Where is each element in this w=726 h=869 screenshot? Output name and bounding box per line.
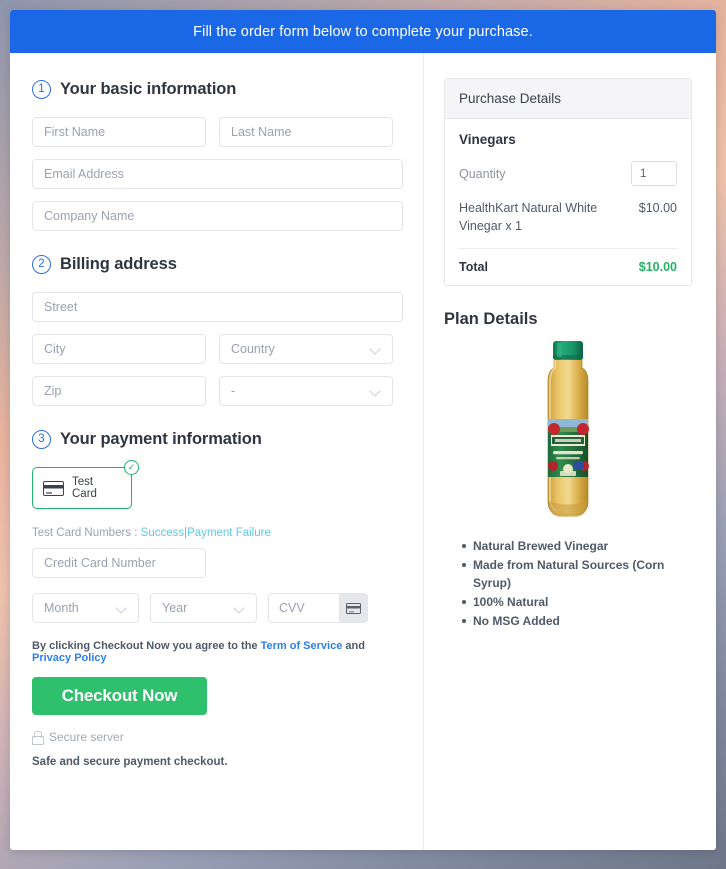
instruction-banner: Fill the order form below to complete yo… xyxy=(10,10,716,53)
state-select-value: - xyxy=(231,384,236,398)
street-input[interactable]: Street xyxy=(32,292,403,322)
test-card-label: Test Card xyxy=(72,476,97,500)
expiry-cvv-row: Month Year CVV xyxy=(32,593,403,623)
cvv-field-group[interactable]: CVV xyxy=(268,593,368,623)
credit-card-icon xyxy=(43,480,64,496)
line-item: HealthKart Natural White Vinegar x 1 $10… xyxy=(459,199,677,250)
city-input[interactable]: City xyxy=(32,334,206,364)
expiry-month-select[interactable]: Month xyxy=(32,593,139,623)
secure-server-label: Secure server xyxy=(49,730,124,744)
order-form-column: 1 Your basic information First Name Last… xyxy=(10,53,424,850)
quantity-label: Quantity xyxy=(459,166,506,181)
terms-conjunction: and xyxy=(345,640,365,652)
check-circle-icon: ✓ xyxy=(124,460,139,475)
list-item: Natural Brewed Vinegar xyxy=(462,537,692,556)
list-item: No MSG Added xyxy=(462,612,692,631)
plan-details-title: Plan Details xyxy=(444,310,538,329)
purchase-details-header: Purchase Details xyxy=(445,79,691,119)
country-select[interactable]: Country xyxy=(219,334,393,364)
apple-cider-vinegar-bottle-icon xyxy=(547,341,589,518)
expiry-year-value: Year xyxy=(162,601,188,615)
email-input[interactable]: Email Address xyxy=(32,159,403,189)
section-heading-payment-information: 3 Your payment information xyxy=(32,430,403,449)
list-item: Made from Natural Sources (Corn Syrup) xyxy=(462,556,692,593)
expiry-year-select[interactable]: Year xyxy=(150,593,257,623)
summary-column: Purchase Details Vinegars Quantity 1 Hea… xyxy=(424,53,716,850)
card-number-row: Credit Card Number xyxy=(32,548,403,578)
email-row: Email Address xyxy=(32,159,403,189)
country-select-value: Country xyxy=(231,342,275,356)
checkout-page: Fill the order form below to complete yo… xyxy=(10,10,716,850)
credit-card-number-input[interactable]: Credit Card Number xyxy=(32,548,206,578)
step-number-2: 2 xyxy=(32,255,51,274)
term-of-service-link[interactable]: Term of Service xyxy=(261,640,343,652)
privacy-policy-link[interactable]: Privacy Policy xyxy=(32,652,107,664)
test-card-numbers-note: Test Card Numbers : Success|Payment Fail… xyxy=(32,527,403,539)
chevron-down-icon xyxy=(234,603,245,614)
list-item: 100% Natural xyxy=(462,593,692,612)
chevron-down-icon xyxy=(370,344,381,355)
test-card-numbers-prefix: Test Card Numbers : xyxy=(32,527,138,539)
line-item-name: HealthKart Natural White Vinegar x 1 xyxy=(459,201,598,234)
total-label: Total xyxy=(459,260,488,275)
company-input[interactable]: Company Name xyxy=(32,201,403,231)
product-image-container xyxy=(444,341,692,523)
chevron-down-icon xyxy=(370,386,381,397)
safe-payment-note: Safe and secure payment checkout. xyxy=(32,756,228,768)
street-row: Street xyxy=(32,292,403,322)
expiry-month-value: Month xyxy=(44,601,79,615)
section-heading-basic-information: 1 Your basic information xyxy=(32,80,403,99)
quantity-row: Quantity 1 xyxy=(459,161,677,186)
section-title-billing-address: Billing address xyxy=(60,255,177,273)
line-item-price: $10.00 xyxy=(638,201,677,215)
cvv-input[interactable]: CVV xyxy=(269,594,339,622)
product-group-name: Vinegars xyxy=(459,132,516,147)
total-row: Total $10.00 xyxy=(459,249,677,274)
step-number-3: 3 xyxy=(32,430,51,449)
test-card-method-tile[interactable]: Test Card ✓ xyxy=(32,460,139,509)
first-name-input[interactable]: First Name xyxy=(32,117,206,147)
purchase-details-body: Vinegars Quantity 1 HealthKart Natural W… xyxy=(445,119,691,285)
zip-state-row: Zip - xyxy=(32,376,403,406)
test-card-success-link[interactable]: Success xyxy=(141,527,184,539)
terms-prefix: By clicking Checkout Now you agree to th… xyxy=(32,640,258,652)
section-heading-billing-address: 2 Billing address xyxy=(32,255,403,274)
total-amount: $10.00 xyxy=(638,260,677,275)
product-features-list: Natural Brewed Vinegar Made from Natural… xyxy=(444,537,692,630)
purchase-details-panel: Purchase Details Vinegars Quantity 1 Hea… xyxy=(444,78,692,287)
checkout-now-button[interactable]: Checkout Now xyxy=(32,677,207,715)
banner-message: Fill the order form below to complete yo… xyxy=(193,23,533,40)
city-country-row: City Country xyxy=(32,334,403,364)
section-title-basic-information: Your basic information xyxy=(60,80,237,98)
step-number-1: 1 xyxy=(32,80,51,99)
last-name-input[interactable]: Last Name xyxy=(219,117,393,147)
company-row: Company Name xyxy=(32,201,403,231)
terms-agreement-text: By clicking Checkout Now you agree to th… xyxy=(32,640,403,664)
credit-card-icon xyxy=(339,594,367,622)
page-columns: 1 Your basic information First Name Last… xyxy=(10,53,716,850)
test-card-failure-link[interactable]: Payment Failure xyxy=(187,527,271,539)
quantity-input[interactable]: 1 xyxy=(631,161,677,186)
name-row: First Name Last Name xyxy=(32,117,403,147)
zip-input[interactable]: Zip xyxy=(32,376,206,406)
lock-icon xyxy=(32,731,44,745)
section-title-payment-information: Your payment information xyxy=(60,430,262,448)
state-select[interactable]: - xyxy=(219,376,393,406)
secure-server-note: Secure server xyxy=(32,730,403,745)
chevron-down-icon xyxy=(116,603,127,614)
